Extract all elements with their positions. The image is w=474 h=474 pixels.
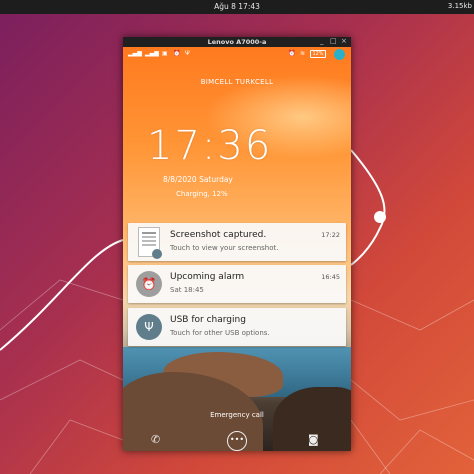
- image-icon: ▣: [162, 50, 168, 57]
- notification-title: Screenshot captured.: [170, 230, 267, 240]
- usb-icon: Ψ: [136, 314, 162, 340]
- usb-icon: Ψ: [185, 50, 190, 57]
- network-speed-indicator: 3.15kb: [447, 2, 472, 10]
- avatar[interactable]: [334, 49, 345, 60]
- notification-text: Touch for other USB options.: [170, 329, 270, 337]
- screenshot-icon: [138, 227, 162, 259]
- maximize-button[interactable]: □: [330, 37, 337, 45]
- battery-icon: 12%: [310, 50, 326, 58]
- alarm-icon: ⏰: [173, 50, 181, 57]
- phone-lock-screen: ▂▄▆ ▂▄▆ ▣ ⏰ Ψ ⏰ ≋ 12% BIMCELL TURKCELL 1…: [123, 47, 351, 451]
- phone-status-bar: ▂▄▆ ▂▄▆ ▣ ⏰ Ψ ⏰ ≋ 12%: [123, 47, 351, 61]
- emergency-call-button[interactable]: Emergency call: [123, 411, 351, 419]
- lock-screen-date: 8/8/2020 Saturday: [163, 175, 233, 184]
- alarm-icon: ⏰: [136, 271, 162, 297]
- notification-screenshot[interactable]: Screenshot captured. Touch to view your …: [128, 223, 346, 261]
- close-button[interactable]: ×: [341, 37, 347, 45]
- notification-title: USB for charging: [170, 315, 246, 325]
- phone-icon[interactable]: ✆: [151, 433, 160, 446]
- window-titlebar[interactable]: Lenovo A7000-a _ □ ×: [123, 37, 351, 47]
- notification-alarm[interactable]: ⏰ Upcoming alarm Sat 18:45 16:45: [128, 265, 346, 303]
- unlock-button[interactable]: •••: [227, 431, 247, 451]
- notification-usb[interactable]: Ψ USB for charging Touch for other USB o…: [128, 308, 346, 346]
- carrier-label: BIMCELL TURKCELL: [200, 78, 274, 86]
- alarm-icon: ⏰: [288, 50, 296, 57]
- notification-text: Touch to view your screenshot.: [170, 244, 279, 252]
- notification-time: 17:22: [321, 231, 340, 239]
- notification-title: Upcoming alarm: [170, 272, 245, 282]
- wifi-icon: ≋: [300, 50, 306, 57]
- minimize-button[interactable]: _: [320, 37, 324, 45]
- emulator-window: Lenovo A7000-a _ □ × ▂▄▆ ▂▄▆ ▣ ⏰ Ψ ⏰ ≋ 1…: [123, 37, 351, 451]
- lock-screen-clock: 17:36: [147, 123, 273, 169]
- notification-time: 16:45: [321, 273, 340, 281]
- notification-text: Sat 18:45: [170, 286, 204, 294]
- window-title: Lenovo A7000-a: [207, 38, 267, 46]
- signal-icon: ▂▄▆: [145, 50, 159, 57]
- system-top-bar: Ağu 8 17:43 3.15kb: [0, 0, 474, 14]
- charging-status: Charging, 12%: [176, 190, 228, 198]
- signal-icon: ▂▄▆: [128, 50, 142, 57]
- top-bar-clock[interactable]: Ağu 8 17:43: [0, 2, 474, 11]
- camera-icon[interactable]: ◙: [308, 433, 319, 446]
